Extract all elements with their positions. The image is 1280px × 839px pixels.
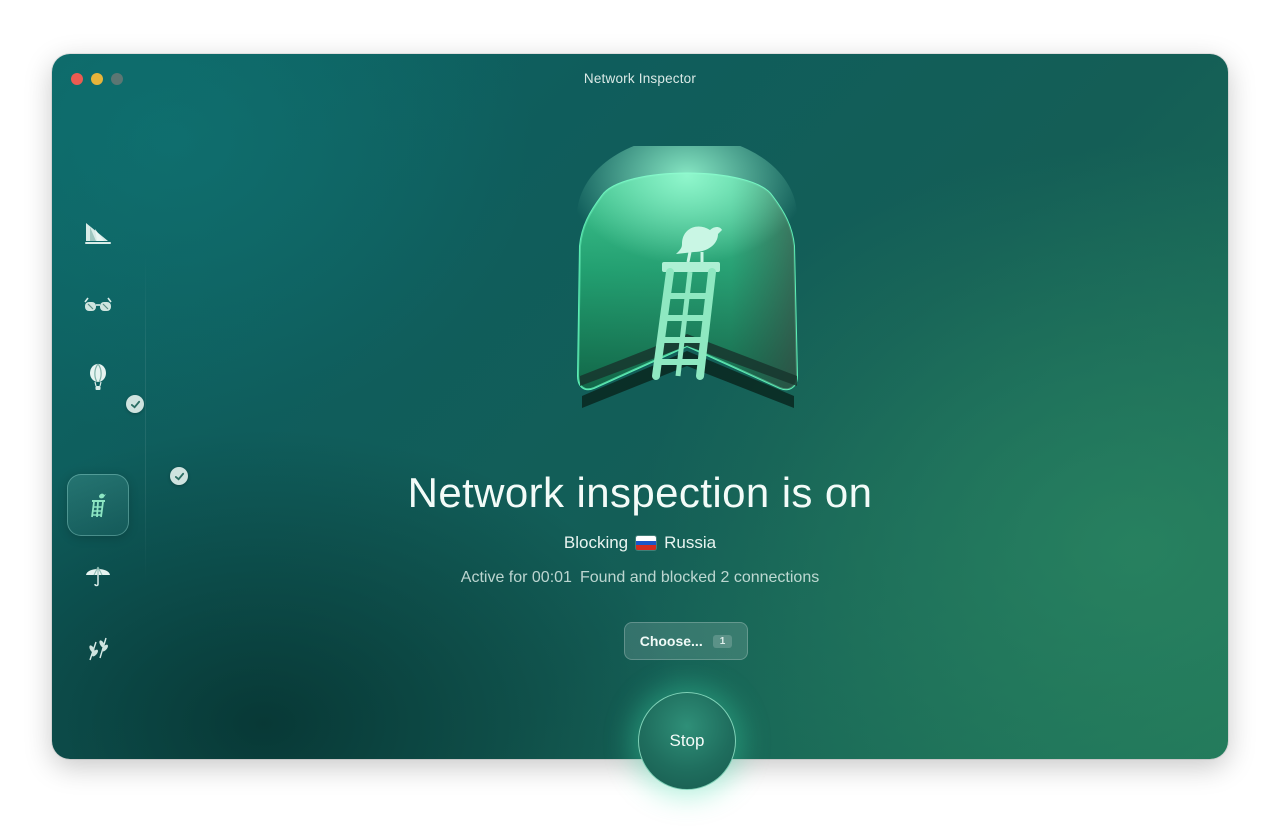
ship-icon [85,223,111,244]
sidebar-item-balloon[interactable] [67,346,129,408]
activity-info: Active for 00:01 Found and blocked 2 con… [52,569,1228,587]
blocking-label: Blocking [563,533,629,552]
app-window: Network Inspector Network inspection is … [52,54,1228,759]
leaves-icon [89,637,108,661]
sidebar-item-glasses[interactable] [67,274,129,336]
sidebar-item-leaves[interactable] [67,617,129,679]
blocked-connections-text: Found and blocked 2 connections [579,569,820,586]
active-duration: Active for 00:01 [460,569,572,586]
lookout-bird-ladder-icon [576,146,799,408]
checkmark-icon [130,400,140,409]
choose-count-badge: 1 [712,634,733,648]
sidebar-item-ship[interactable] [67,202,129,264]
balloon-icon [90,363,106,390]
sidebar [66,199,188,661]
russia-flag-icon [636,536,657,550]
choose-button-label: Choose... [639,633,703,649]
stop-button-label: Stop [669,731,705,750]
balloon-check-badge [126,395,144,413]
choose-button[interactable]: Choose... 1 [624,622,748,660]
status-headline: Network inspection is on [407,469,873,516]
country-name: Russia [664,533,717,552]
window-title: Network Inspector [583,71,697,86]
stop-button[interactable]: Stop [638,692,736,790]
blocking-status: Blocking Russia [52,533,1228,553]
stop-button-glow: Stop [638,692,736,790]
glasses-icon [84,297,112,311]
